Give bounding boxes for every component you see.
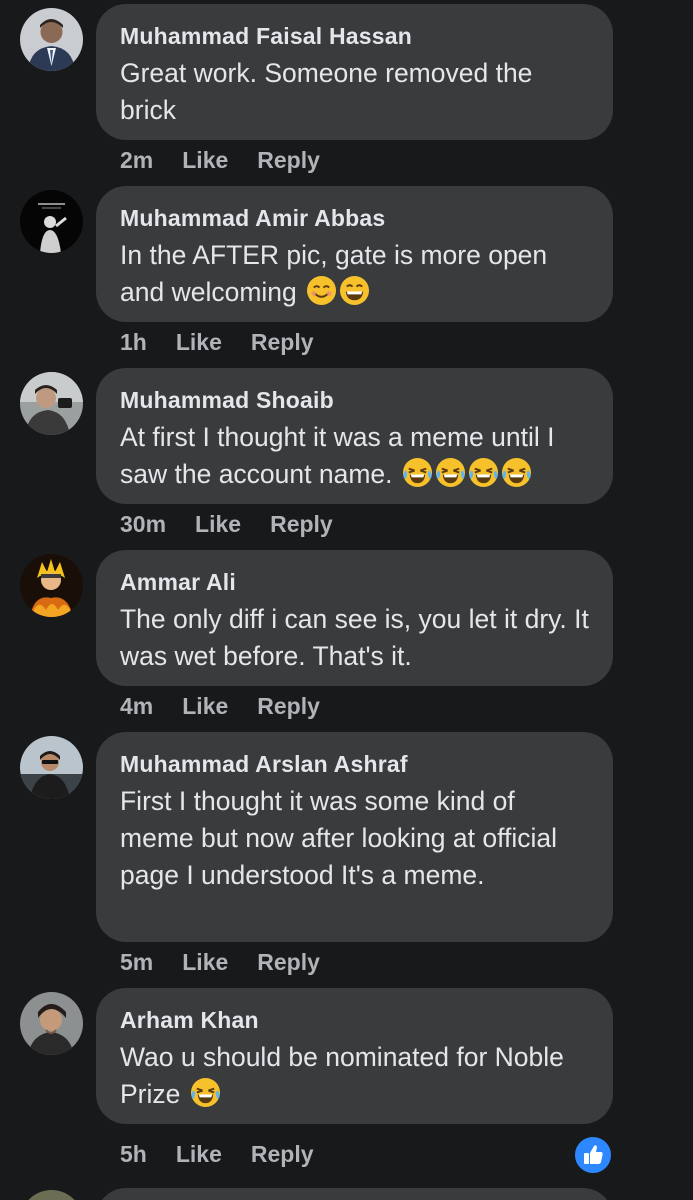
comment-timestamp[interactable]: 2m [120, 147, 153, 173]
reply-button[interactable]: Reply [251, 329, 314, 355]
grinning-face-icon [339, 275, 370, 306]
like-button[interactable]: Like [182, 949, 228, 975]
tears-of-joy-icon [501, 457, 532, 488]
avatar[interactable] [20, 8, 83, 71]
comment-text: Great work. Someone removed the brick [120, 58, 533, 125]
comment-author[interactable]: Muhammad Shoaib [120, 385, 589, 415]
tears-of-joy-icon [468, 457, 499, 488]
tears-of-joy-icon [402, 457, 433, 488]
like-button[interactable]: Like [176, 1141, 222, 1167]
comment-timestamp[interactable]: 5h [120, 1141, 147, 1167]
comment-text: First I thought it was some kind of meme… [120, 786, 557, 890]
comment-author[interactable]: Muhammad Faisal Hassan [120, 21, 589, 51]
thumbs-up-icon [584, 1145, 603, 1164]
comment-actions: 5m Like Reply [120, 947, 349, 977]
comment-text: At first I thought it was a meme until I… [120, 422, 555, 489]
avatar[interactable] [20, 736, 83, 799]
avatar-image [20, 992, 83, 1055]
comment-bubble: Muhammad Shoaib At first I thought it wa… [96, 368, 613, 504]
like-button[interactable]: Like [182, 693, 228, 719]
comment-bubble [96, 1188, 613, 1200]
comment-timestamp[interactable]: 1h [120, 329, 147, 355]
tears-of-joy-icon [435, 457, 466, 488]
avatar[interactable] [20, 992, 83, 1055]
comment-author[interactable]: Ammar Ali [120, 567, 589, 597]
comment-author[interactable]: Muhammad Arslan Ashraf [120, 749, 589, 779]
tears-of-joy-icon [190, 1077, 221, 1108]
avatar[interactable] [20, 554, 83, 617]
avatar-image [20, 372, 83, 435]
comment-bubble: Ammar Ali The only diff i can see is, yo… [96, 550, 613, 686]
comment-actions: 30m Like Reply [120, 509, 362, 539]
comment-bubble: Arham Khan Wao u should be nominated for… [96, 988, 613, 1124]
smiling-face-icon [306, 275, 337, 306]
comment-bubble: Muhammad Arslan Ashraf First I thought i… [96, 732, 613, 942]
comment-actions: 5h Like Reply [120, 1139, 343, 1169]
comment-actions: 4m Like Reply [120, 691, 349, 721]
comments-feed: Muhammad Faisal Hassan Great work. Someo… [0, 0, 693, 1200]
comment-timestamp[interactable]: 30m [120, 511, 166, 537]
comment-timestamp[interactable]: 5m [120, 949, 153, 975]
comment-bubble: Muhammad Faisal Hassan Great work. Someo… [96, 4, 613, 140]
comment-text: In the AFTER pic, gate is more open and … [120, 240, 548, 307]
comment-author[interactable]: Muhammad Amir Abbas [120, 203, 589, 233]
like-button[interactable]: Like [195, 511, 241, 537]
comment-actions: 2m Like Reply [120, 145, 349, 175]
reply-button[interactable]: Reply [270, 511, 333, 537]
avatar-image [20, 190, 83, 253]
like-button[interactable]: Like [182, 147, 228, 173]
reply-button[interactable]: Reply [257, 693, 320, 719]
avatar[interactable] [20, 190, 83, 253]
avatar[interactable] [20, 1190, 83, 1200]
comment-text: Wao u should be nominated for Noble Priz… [120, 1042, 564, 1109]
like-reaction-badge[interactable] [573, 1135, 613, 1175]
avatar-image [20, 8, 83, 71]
comment-actions: 1h Like Reply [120, 327, 343, 357]
comment-bubble: Muhammad Amir Abbas In the AFTER pic, ga… [96, 186, 613, 322]
avatar[interactable] [20, 372, 83, 435]
reply-button[interactable]: Reply [257, 147, 320, 173]
avatar-image [20, 554, 83, 617]
like-button[interactable]: Like [176, 329, 222, 355]
avatar-image [20, 736, 83, 799]
comment-text: The only diff i can see is, you let it d… [120, 604, 589, 671]
reply-button[interactable]: Reply [257, 949, 320, 975]
comment-author[interactable]: Arham Khan [120, 1005, 589, 1035]
reply-button[interactable]: Reply [251, 1141, 314, 1167]
comment-timestamp[interactable]: 4m [120, 693, 153, 719]
